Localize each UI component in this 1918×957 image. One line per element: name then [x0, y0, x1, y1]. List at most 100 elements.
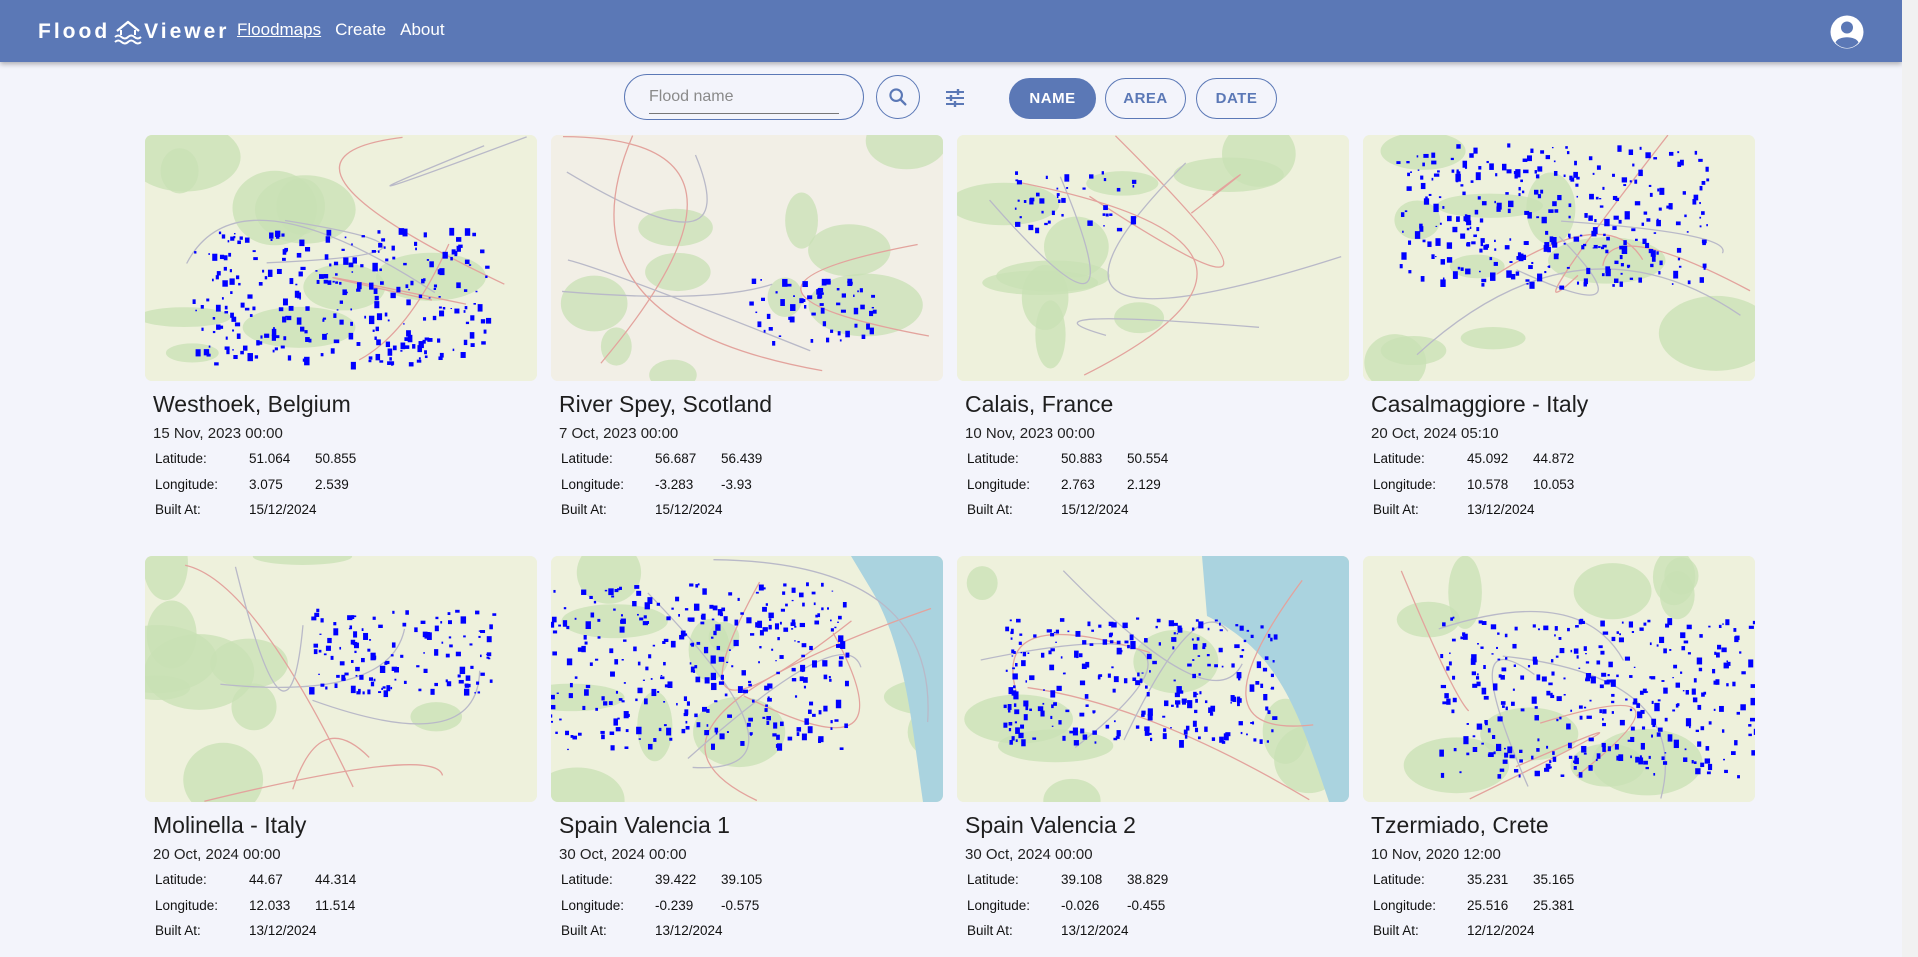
built-at-value: 15/12/2024	[1061, 502, 1129, 518]
app-logo[interactable]: Flood Viewer	[38, 17, 229, 47]
tune-sliders-icon	[946, 89, 964, 107]
page-scrollbar[interactable]	[1902, 0, 1918, 957]
latitude-min: 44.314	[315, 872, 357, 888]
longitude-label: Longitude:	[155, 897, 219, 913]
floodmap-thumbnail[interactable]	[957, 556, 1349, 802]
longitude-max: 25.516	[1467, 897, 1509, 913]
longitude-min: 2.539	[315, 476, 349, 492]
latitude-min: 50.855	[315, 451, 357, 467]
floodmap-card[interactable]: Spain Valencia 2 30 Oct, 2024 00:00 Lati…	[957, 556, 1349, 944]
latitude-max: 50.883	[1061, 451, 1103, 467]
longitude-max: 3.075	[249, 476, 283, 492]
account-circle-icon[interactable]	[1830, 15, 1864, 49]
floodmap-card[interactable]: Calais, France 10 Nov, 2023 00:00 Latitu…	[957, 135, 1349, 523]
latitude-label: Latitude:	[967, 872, 1019, 888]
floodmap-title[interactable]: Spain Valencia 2	[965, 812, 1349, 839]
longitude-min: -0.575	[721, 897, 760, 913]
latitude-label: Latitude:	[1373, 451, 1425, 467]
floodmap-title[interactable]: River Spey, Scotland	[559, 391, 943, 418]
latitude-max: 45.092	[1467, 451, 1509, 467]
floodmap-card[interactable]: Casalmaggiore - Italy 20 Oct, 2024 05:10…	[1363, 135, 1755, 523]
sort-date-button[interactable]: DATE	[1196, 78, 1277, 119]
floodmap-card[interactable]: Tzermiado, Crete 10 Nov, 2020 12:00 Lati…	[1363, 556, 1755, 944]
floodmap-date: 10 Nov, 2023 00:00	[965, 425, 1095, 442]
longitude-label: Longitude:	[561, 897, 625, 913]
latitude-label: Latitude:	[155, 872, 207, 888]
longitude-max: 10.578	[1467, 476, 1509, 492]
latitude-row: Latitude: 44.67 44.314	[155, 867, 537, 893]
floodmap-meta: Latitude: 35.231 35.165 Longitude: 25.51…	[1373, 867, 1755, 944]
floodmap-thumbnail[interactable]	[957, 135, 1349, 381]
built-at-value: 13/12/2024	[655, 923, 723, 939]
floodmap-thumbnail[interactable]	[145, 556, 537, 802]
floodmap-title[interactable]: Casalmaggiore - Italy	[1371, 391, 1755, 418]
floodmap-meta: Latitude: 51.064 50.855 Longitude: 3.075…	[155, 446, 537, 523]
latitude-row: Latitude: 45.092 44.872	[1373, 446, 1755, 472]
latitude-label: Latitude:	[561, 872, 613, 888]
flood-name-input[interactable]	[649, 83, 839, 114]
built-at-row: Built At: 13/12/2024	[1373, 497, 1755, 523]
built-at-label: Built At:	[1373, 502, 1419, 518]
sort-area-button[interactable]: AREA	[1105, 78, 1186, 119]
latitude-max: 44.67	[249, 872, 283, 888]
nav-about-link[interactable]: About	[400, 20, 444, 40]
latitude-label: Latitude:	[561, 451, 613, 467]
longitude-min: -0.455	[1127, 897, 1166, 913]
longitude-max: -3.283	[655, 476, 694, 492]
floodmap-title[interactable]: Westhoek, Belgium	[153, 391, 537, 418]
built-at-row: Built At: 13/12/2024	[561, 918, 943, 944]
built-at-value: 13/12/2024	[1061, 923, 1129, 939]
longitude-min: -3.93	[721, 476, 752, 492]
map-thumbnail-svg	[1363, 556, 1755, 802]
floodmap-title[interactable]: Molinella - Italy	[153, 812, 537, 839]
floodmap-thumbnail[interactable]	[551, 135, 943, 381]
nav-floodmaps-link[interactable]: Floodmaps	[237, 20, 321, 40]
latitude-min: 50.554	[1127, 451, 1169, 467]
built-at-label: Built At:	[561, 502, 607, 518]
built-at-label: Built At:	[967, 502, 1013, 518]
search-field	[624, 74, 864, 120]
sort-name-button[interactable]: NAME	[1009, 78, 1096, 119]
floodmap-card[interactable]: Spain Valencia 1 30 Oct, 2024 00:00 Lati…	[551, 556, 943, 944]
latitude-max: 56.687	[655, 451, 697, 467]
filter-button[interactable]	[941, 84, 969, 112]
floodmap-card[interactable]: Westhoek, Belgium 15 Nov, 2023 00:00 Lat…	[145, 135, 537, 523]
floodmap-thumbnail[interactable]	[551, 556, 943, 802]
floodmap-card[interactable]: River Spey, Scotland 7 Oct, 2023 00:00 L…	[551, 135, 943, 523]
map-thumbnail-svg	[145, 135, 537, 381]
latitude-row: Latitude: 51.064 50.855	[155, 446, 537, 472]
longitude-row: Longitude: 2.763 2.129	[967, 472, 1349, 498]
latitude-max: 35.231	[1467, 872, 1509, 888]
built-at-label: Built At:	[561, 923, 607, 939]
main-nav: Floodmaps Create About	[237, 20, 445, 40]
floodmap-card[interactable]: Molinella - Italy 20 Oct, 2024 00:00 Lat…	[145, 556, 537, 944]
map-thumbnail-svg	[551, 556, 943, 802]
longitude-min: 25.381	[1533, 897, 1575, 913]
latitude-max: 39.108	[1061, 872, 1103, 888]
floodmap-thumbnail[interactable]	[1363, 135, 1755, 381]
floodmap-date: 20 Oct, 2024 05:10	[1371, 425, 1499, 442]
floodmap-title[interactable]: Calais, France	[965, 391, 1349, 418]
longitude-row: Longitude: 3.075 2.539	[155, 472, 537, 498]
built-at-label: Built At:	[967, 923, 1013, 939]
longitude-min: 2.129	[1127, 476, 1161, 492]
latitude-min: 38.829	[1127, 872, 1169, 888]
built-at-label: Built At:	[155, 923, 201, 939]
floodmap-thumbnail[interactable]	[145, 135, 537, 381]
longitude-label: Longitude:	[561, 476, 625, 492]
search-button[interactable]	[876, 75, 920, 119]
latitude-label: Latitude:	[967, 451, 1019, 467]
floodmap-date: 15 Nov, 2023 00:00	[153, 425, 283, 442]
built-at-value: 15/12/2024	[655, 502, 723, 518]
longitude-row: Longitude: 25.516 25.381	[1373, 893, 1755, 919]
latitude-min: 56.439	[721, 451, 763, 467]
floodmap-thumbnail[interactable]	[1363, 556, 1755, 802]
floodmap-meta: Latitude: 56.687 56.439 Longitude: -3.28…	[561, 446, 943, 523]
map-thumbnail-svg	[145, 556, 537, 802]
floodmap-title[interactable]: Tzermiado, Crete	[1371, 812, 1755, 839]
nav-create-link[interactable]: Create	[335, 20, 386, 40]
floodmap-date: 20 Oct, 2024 00:00	[153, 846, 281, 863]
floodmap-meta: Latitude: 50.883 50.554 Longitude: 2.763…	[967, 446, 1349, 523]
floodmap-title[interactable]: Spain Valencia 1	[559, 812, 943, 839]
latitude-max: 51.064	[249, 451, 291, 467]
